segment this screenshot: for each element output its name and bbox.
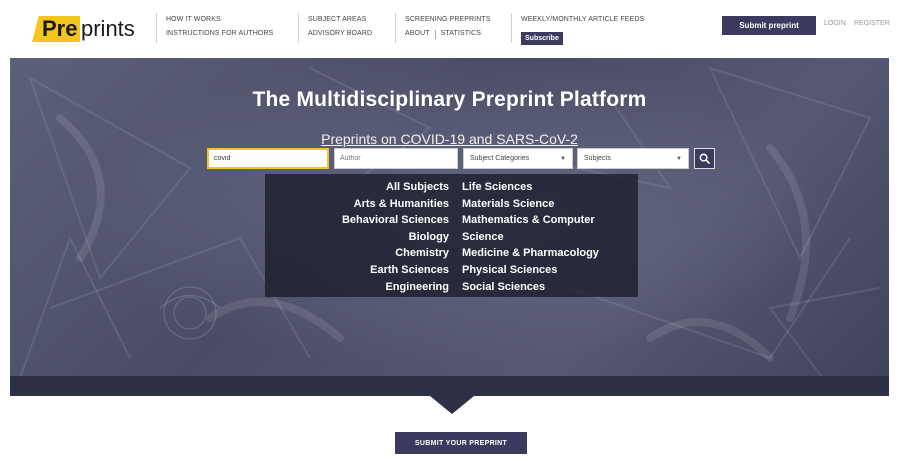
- nav-advisory-board[interactable]: ADVISORY BOARD: [308, 27, 372, 41]
- nav-about[interactable]: ABOUT: [405, 27, 430, 41]
- search-icon: [699, 153, 710, 164]
- subject-link[interactable]: Materials Science: [462, 196, 599, 213]
- subject-categories-label: Subject Categories: [470, 155, 530, 162]
- nav-separator: [434, 29, 436, 39]
- register-link[interactable]: REGISTER: [854, 20, 890, 27]
- hero-bottom-band: [10, 376, 889, 396]
- subjects-right-column: Life Sciences Materials Science Mathemat…: [462, 179, 599, 295]
- subjects-label: Subjects: [584, 155, 611, 162]
- nav-about-stats-row: ABOUT STATISTICS: [405, 27, 491, 41]
- subjects-select[interactable]: Subjects ▼: [577, 148, 689, 169]
- submit-preprint-button[interactable]: Submit preprint: [722, 16, 816, 35]
- subject-link[interactable]: Chemistry: [342, 245, 449, 262]
- nav-group-screening: SCREENING PREPRINTS ABOUT STATISTICS: [395, 13, 491, 43]
- nav-group-subject-areas: SUBJECT AREAS ADVISORY BOARD: [298, 13, 372, 43]
- subject-link[interactable]: Arts & Humanities: [342, 196, 449, 213]
- subject-link[interactable]: All Subjects: [342, 179, 449, 196]
- nav-instructions-for-authors[interactable]: INSTRUCTIONS FOR AUTHORS: [166, 27, 273, 41]
- subject-link[interactable]: Medicine & Pharmacology: [462, 245, 599, 262]
- preprints-logo[interactable]: Pre prints: [32, 14, 144, 44]
- keyword-search-input[interactable]: [207, 148, 329, 169]
- nav-how-it-works[interactable]: HOW IT WORKS: [166, 13, 273, 27]
- chevron-down-icon: ▼: [560, 155, 566, 162]
- subject-link[interactable]: Behavioral Sciences: [342, 212, 449, 229]
- subject-categories-select[interactable]: Subject Categories ▼: [463, 148, 573, 169]
- hero-notch: [430, 396, 474, 414]
- subjects-list-panel: All Subjects Arts & Humanities Behaviora…: [265, 174, 638, 297]
- subject-link[interactable]: Physical Sciences: [462, 262, 599, 279]
- chevron-down-icon: ▼: [676, 155, 682, 162]
- logo-prints-text: prints: [81, 16, 135, 41]
- subject-link[interactable]: Mathematics & Computer: [462, 212, 599, 229]
- subjects-left-column: All Subjects Arts & Humanities Behaviora…: [342, 179, 449, 295]
- subject-link[interactable]: Science: [462, 229, 599, 246]
- subject-link[interactable]: Earth Sciences: [342, 262, 449, 279]
- submit-your-preprint-button[interactable]: SUBMIT YOUR PREPRINT: [395, 432, 527, 454]
- nav-article-feeds[interactable]: WEEKLY/MONTHLY ARTICLE FEEDS: [521, 13, 644, 27]
- subject-link[interactable]: Social Sciences: [462, 279, 599, 296]
- site-header: Pre prints HOW IT WORKS INSTRUCTIONS FOR…: [0, 0, 899, 58]
- logo-pre-text: Pre: [42, 16, 78, 41]
- search-button[interactable]: [694, 148, 715, 169]
- nav-statistics[interactable]: STATISTICS: [441, 27, 481, 41]
- nav-subject-areas[interactable]: SUBJECT AREAS: [308, 13, 372, 27]
- login-link[interactable]: LOGIN: [824, 20, 846, 27]
- nav-group-feeds: WEEKLY/MONTHLY ARTICLE FEEDS Subscribe: [511, 13, 644, 45]
- hero-title: The Multidisciplinary Preprint Platform: [252, 88, 647, 111]
- subject-link[interactable]: Life Sciences: [462, 179, 599, 196]
- covid-preprints-link[interactable]: Preprints on COVID-19 and SARS-CoV-2: [0, 131, 899, 147]
- nav-screening-preprints[interactable]: SCREENING PREPRINTS: [405, 13, 491, 27]
- author-search-input[interactable]: [334, 148, 458, 169]
- subject-link[interactable]: Engineering: [342, 279, 449, 296]
- nav-group-how-it-works: HOW IT WORKS INSTRUCTIONS FOR AUTHORS: [156, 13, 273, 43]
- subject-link[interactable]: Biology: [342, 229, 449, 246]
- subscribe-button[interactable]: Subscribe: [521, 32, 563, 45]
